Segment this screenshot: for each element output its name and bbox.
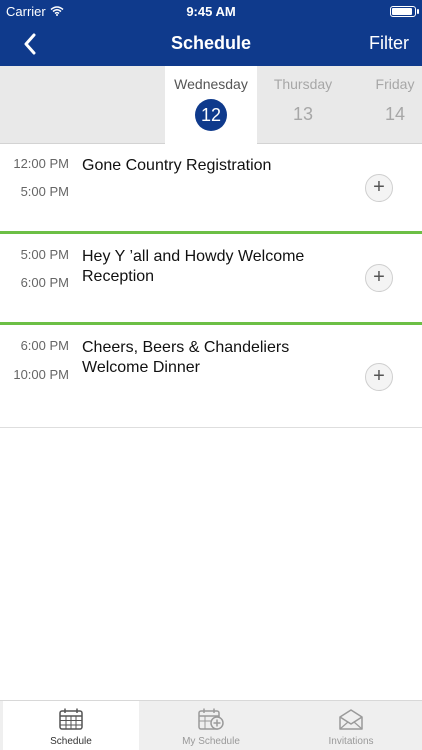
calendar-icon — [59, 708, 83, 730]
divider — [0, 427, 422, 428]
day-name: Thursday — [273, 76, 333, 92]
event-start-time: 12:00 PM — [13, 156, 69, 171]
day-number: 12 — [195, 99, 227, 131]
page-title: Schedule — [170, 33, 252, 53]
event-title: Cheers, Beers & Chandeliers Welcome Dinn… — [82, 339, 290, 376]
tab-label: My Schedule — [182, 736, 240, 747]
event-end-time: 5:00 PM — [20, 184, 69, 199]
event-end-time: 10:00 PM — [13, 367, 69, 382]
status-bar: Carrier 9:45 AM — [0, 0, 422, 22]
day-tab-wednesday[interactable]: Wednesday 12 — [165, 66, 257, 144]
event-row[interactable]: 12:00 PM 5:00 PM Gone Country Registrati… — [0, 145, 422, 232]
envelope-icon — [339, 709, 363, 730]
day-tab-thursday[interactable]: Thursday 13 — [257, 66, 349, 144]
tab-label: Invitations — [328, 736, 374, 747]
event-title: Gone Country Registration — [82, 157, 272, 174]
header: Carrier 9:45 AM Schedule Filter — [0, 0, 422, 66]
event-start-time: 6:00 PM — [20, 338, 69, 353]
calendar-add-icon — [198, 708, 224, 730]
tab-bar: Schedule My Schedule Invitations — [0, 700, 422, 750]
day-name: Wednesday — [174, 76, 248, 92]
day-tab-friday[interactable]: Friday 14 — [349, 66, 422, 144]
filter-button[interactable]: Filter — [369, 33, 409, 54]
day-number: 13 — [292, 104, 314, 124]
day-number: 14 — [384, 104, 406, 124]
tab-schedule[interactable]: Schedule — [3, 701, 139, 750]
tab-invitations[interactable]: Invitations — [282, 701, 420, 750]
event-row[interactable]: 5:00 PM 6:00 PM Hey Y ’all and Howdy Wel… — [0, 234, 422, 322]
clock: 9:45 AM — [186, 4, 236, 19]
event-end-time: 6:00 PM — [20, 275, 69, 290]
event-title: Hey Y ’all and Howdy Welcome Reception — [82, 248, 305, 285]
add-to-schedule-button[interactable]: + — [365, 264, 393, 292]
event-row[interactable]: 6:00 PM 10:00 PM Cheers, Beers & Chandel… — [0, 325, 422, 427]
add-to-schedule-button[interactable]: + — [365, 363, 393, 391]
nav-bar: Schedule Filter — [0, 22, 422, 66]
event-start-time: 5:00 PM — [20, 247, 69, 262]
tab-label: Schedule — [50, 736, 92, 747]
day-name: Friday — [375, 76, 415, 92]
battery-icon — [390, 6, 419, 17]
add-to-schedule-button[interactable]: + — [365, 174, 393, 202]
day-selector: Wednesday 12 Thursday 13 Friday 14 — [0, 66, 422, 144]
tab-my-schedule[interactable]: My Schedule — [142, 701, 280, 750]
